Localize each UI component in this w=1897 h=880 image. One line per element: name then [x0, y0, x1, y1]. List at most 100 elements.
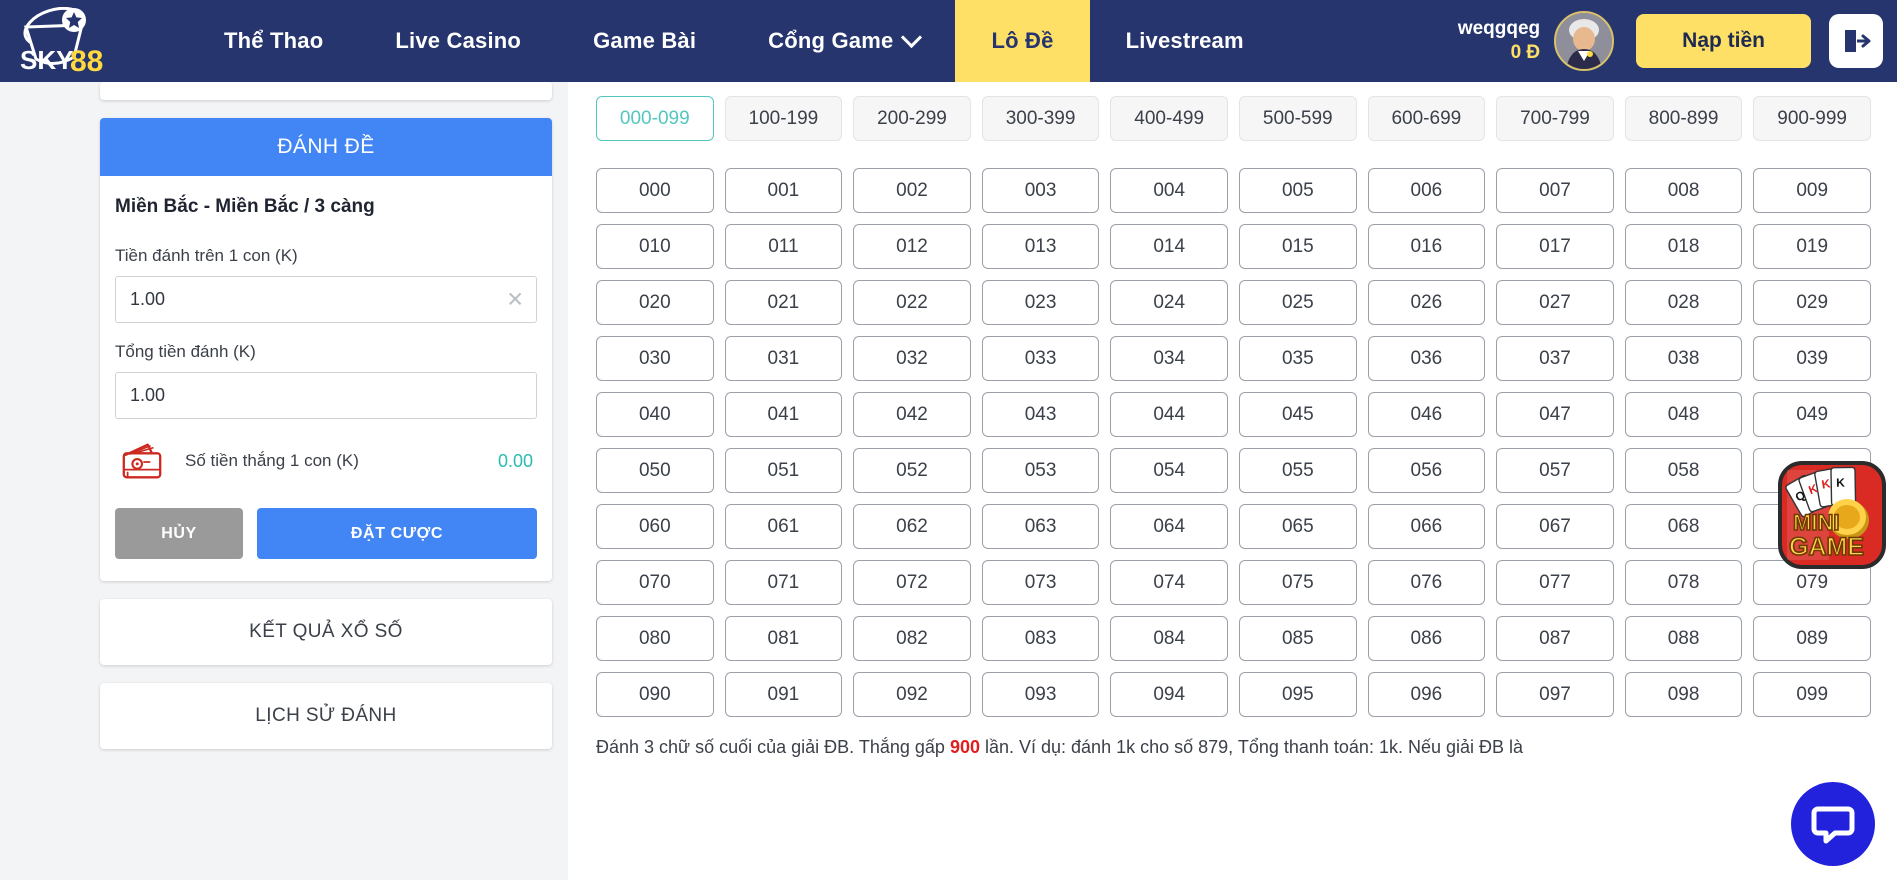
number-cell-093[interactable]: 093 [982, 672, 1100, 717]
number-cell-041[interactable]: 041 [725, 392, 843, 437]
sidebar-item-lottery-results[interactable]: KẾT QUẢ XỔ SỐ [100, 599, 552, 665]
total-amount-input[interactable] [115, 372, 537, 419]
number-cell-068[interactable]: 068 [1625, 504, 1743, 549]
range-tab-000-099[interactable]: 000-099 [596, 96, 714, 141]
number-cell-044[interactable]: 044 [1110, 392, 1228, 437]
number-cell-021[interactable]: 021 [725, 280, 843, 325]
range-tab-600-699[interactable]: 600-699 [1368, 96, 1486, 141]
number-cell-029[interactable]: 029 [1753, 280, 1871, 325]
range-tab-900-999[interactable]: 900-999 [1753, 96, 1871, 141]
number-cell-018[interactable]: 018 [1625, 224, 1743, 269]
number-cell-000[interactable]: 000 [596, 168, 714, 213]
place-bet-button[interactable]: ĐẶT CƯỢC [257, 508, 537, 559]
number-cell-039[interactable]: 039 [1753, 336, 1871, 381]
number-cell-017[interactable]: 017 [1496, 224, 1614, 269]
number-cell-008[interactable]: 008 [1625, 168, 1743, 213]
range-tab-500-599[interactable]: 500-599 [1239, 96, 1357, 141]
number-cell-058[interactable]: 058 [1625, 448, 1743, 493]
range-tab-400-499[interactable]: 400-499 [1110, 96, 1228, 141]
nav-item-the-thao[interactable]: Thể Thao [188, 0, 359, 82]
number-cell-013[interactable]: 013 [982, 224, 1100, 269]
number-cell-035[interactable]: 035 [1239, 336, 1357, 381]
number-cell-081[interactable]: 081 [725, 616, 843, 661]
number-cell-007[interactable]: 007 [1496, 168, 1614, 213]
number-cell-089[interactable]: 089 [1753, 616, 1871, 661]
amount-per-number-input[interactable] [115, 276, 537, 323]
number-cell-064[interactable]: 064 [1110, 504, 1228, 549]
number-cell-063[interactable]: 063 [982, 504, 1100, 549]
number-cell-086[interactable]: 086 [1368, 616, 1486, 661]
number-cell-060[interactable]: 060 [596, 504, 714, 549]
number-cell-083[interactable]: 083 [982, 616, 1100, 661]
number-cell-030[interactable]: 030 [596, 336, 714, 381]
number-cell-023[interactable]: 023 [982, 280, 1100, 325]
number-cell-050[interactable]: 050 [596, 448, 714, 493]
cancel-button[interactable]: HỦY [115, 508, 243, 559]
number-cell-047[interactable]: 047 [1496, 392, 1614, 437]
number-cell-052[interactable]: 052 [853, 448, 971, 493]
range-tab-100-199[interactable]: 100-199 [725, 96, 843, 141]
number-cell-057[interactable]: 057 [1496, 448, 1614, 493]
number-cell-097[interactable]: 097 [1496, 672, 1614, 717]
number-cell-012[interactable]: 012 [853, 224, 971, 269]
logout-button[interactable] [1829, 14, 1883, 68]
deposit-button[interactable]: Nạp tiền [1636, 14, 1811, 68]
number-cell-025[interactable]: 025 [1239, 280, 1357, 325]
number-cell-076[interactable]: 076 [1368, 560, 1486, 605]
number-cell-073[interactable]: 073 [982, 560, 1100, 605]
range-tab-800-899[interactable]: 800-899 [1625, 96, 1743, 141]
number-cell-038[interactable]: 038 [1625, 336, 1743, 381]
number-cell-016[interactable]: 016 [1368, 224, 1486, 269]
number-cell-022[interactable]: 022 [853, 280, 971, 325]
number-cell-091[interactable]: 091 [725, 672, 843, 717]
nav-item-game-bai[interactable]: Game Bài [557, 0, 732, 82]
number-cell-049[interactable]: 049 [1753, 392, 1871, 437]
number-cell-090[interactable]: 090 [596, 672, 714, 717]
number-cell-003[interactable]: 003 [982, 168, 1100, 213]
number-cell-020[interactable]: 020 [596, 280, 714, 325]
number-cell-055[interactable]: 055 [1239, 448, 1357, 493]
nav-item-livestream[interactable]: Livestream [1090, 0, 1280, 82]
number-cell-056[interactable]: 056 [1368, 448, 1486, 493]
number-cell-085[interactable]: 085 [1239, 616, 1357, 661]
number-cell-006[interactable]: 006 [1368, 168, 1486, 213]
number-cell-078[interactable]: 078 [1625, 560, 1743, 605]
site-logo[interactable]: SKY 88 [0, 0, 152, 82]
number-cell-036[interactable]: 036 [1368, 336, 1486, 381]
range-tab-200-299[interactable]: 200-299 [853, 96, 971, 141]
number-cell-067[interactable]: 067 [1496, 504, 1614, 549]
number-cell-032[interactable]: 032 [853, 336, 971, 381]
number-cell-048[interactable]: 048 [1625, 392, 1743, 437]
number-cell-092[interactable]: 092 [853, 672, 971, 717]
number-cell-066[interactable]: 066 [1368, 504, 1486, 549]
number-cell-005[interactable]: 005 [1239, 168, 1357, 213]
range-tab-700-799[interactable]: 700-799 [1496, 96, 1614, 141]
number-cell-098[interactable]: 098 [1625, 672, 1743, 717]
number-cell-037[interactable]: 037 [1496, 336, 1614, 381]
number-cell-061[interactable]: 061 [725, 504, 843, 549]
user-info[interactable]: weqgqeg 0 Đ [1458, 17, 1540, 65]
number-cell-072[interactable]: 072 [853, 560, 971, 605]
number-cell-084[interactable]: 084 [1110, 616, 1228, 661]
number-cell-071[interactable]: 071 [725, 560, 843, 605]
number-cell-033[interactable]: 033 [982, 336, 1100, 381]
number-cell-045[interactable]: 045 [1239, 392, 1357, 437]
nav-item-cong-game[interactable]: Cổng Game [732, 0, 955, 82]
number-cell-011[interactable]: 011 [725, 224, 843, 269]
number-cell-004[interactable]: 004 [1110, 168, 1228, 213]
number-cell-095[interactable]: 095 [1239, 672, 1357, 717]
number-cell-014[interactable]: 014 [1110, 224, 1228, 269]
chat-support-button[interactable] [1791, 782, 1875, 866]
number-cell-042[interactable]: 042 [853, 392, 971, 437]
number-cell-096[interactable]: 096 [1368, 672, 1486, 717]
number-cell-015[interactable]: 015 [1239, 224, 1357, 269]
number-cell-062[interactable]: 062 [853, 504, 971, 549]
number-cell-040[interactable]: 040 [596, 392, 714, 437]
number-cell-054[interactable]: 054 [1110, 448, 1228, 493]
nav-item-live-casino[interactable]: Live Casino [359, 0, 557, 82]
number-cell-028[interactable]: 028 [1625, 280, 1743, 325]
nav-item-lo-de[interactable]: Lô Đề [955, 0, 1089, 82]
minigame-badge[interactable]: Q K K K MINI GAME [1777, 460, 1887, 570]
number-cell-034[interactable]: 034 [1110, 336, 1228, 381]
clear-icon[interactable]: ✕ [506, 289, 524, 310]
